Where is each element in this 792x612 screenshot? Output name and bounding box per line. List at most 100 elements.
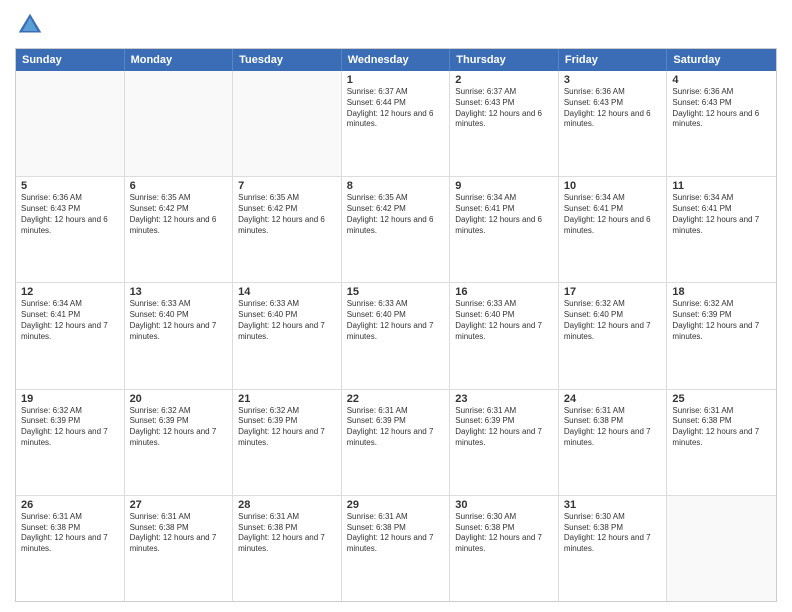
day-number-24: 24 [564,393,662,405]
calendar-cell-10: 10Sunrise: 6:34 AM Sunset: 6:41 PM Dayli… [559,177,668,282]
calendar-cell-9: 9Sunrise: 6:34 AM Sunset: 6:41 PM Daylig… [450,177,559,282]
calendar-cell-26: 26Sunrise: 6:31 AM Sunset: 6:38 PM Dayli… [16,496,125,601]
calendar-cell-21: 21Sunrise: 6:32 AM Sunset: 6:39 PM Dayli… [233,390,342,495]
calendar-cell-27: 27Sunrise: 6:31 AM Sunset: 6:38 PM Dayli… [125,496,234,601]
day-number-29: 29 [347,499,445,511]
day-number-30: 30 [455,499,553,511]
calendar-cell-22: 22Sunrise: 6:31 AM Sunset: 6:39 PM Dayli… [342,390,451,495]
day-number-27: 27 [130,499,228,511]
day-number-20: 20 [130,393,228,405]
calendar-cell-4: 4Sunrise: 6:36 AM Sunset: 6:43 PM Daylig… [667,71,776,176]
calendar-cell-7: 7Sunrise: 6:35 AM Sunset: 6:42 PM Daylig… [233,177,342,282]
calendar-cell-empty-0-2 [233,71,342,176]
cell-info-27: Sunrise: 6:31 AM Sunset: 6:38 PM Dayligh… [130,512,228,555]
logo-icon [15,10,45,40]
day-number-1: 1 [347,74,445,86]
cell-info-25: Sunrise: 6:31 AM Sunset: 6:38 PM Dayligh… [672,406,771,449]
calendar-header: SundayMondayTuesdayWednesdayThursdayFrid… [16,49,776,71]
header-day-saturday: Saturday [667,49,776,71]
day-number-19: 19 [21,393,119,405]
calendar-cell-5: 5Sunrise: 6:36 AM Sunset: 6:43 PM Daylig… [16,177,125,282]
calendar-cell-13: 13Sunrise: 6:33 AM Sunset: 6:40 PM Dayli… [125,283,234,388]
calendar-cell-11: 11Sunrise: 6:34 AM Sunset: 6:41 PM Dayli… [667,177,776,282]
calendar-row-0: 1Sunrise: 6:37 AM Sunset: 6:44 PM Daylig… [16,71,776,177]
cell-info-21: Sunrise: 6:32 AM Sunset: 6:39 PM Dayligh… [238,406,336,449]
day-number-17: 17 [564,286,662,298]
day-number-13: 13 [130,286,228,298]
calendar-cell-18: 18Sunrise: 6:32 AM Sunset: 6:39 PM Dayli… [667,283,776,388]
header-day-tuesday: Tuesday [233,49,342,71]
cell-info-17: Sunrise: 6:32 AM Sunset: 6:40 PM Dayligh… [564,299,662,342]
cell-info-7: Sunrise: 6:35 AM Sunset: 6:42 PM Dayligh… [238,193,336,236]
calendar-cell-28: 28Sunrise: 6:31 AM Sunset: 6:38 PM Dayli… [233,496,342,601]
day-number-26: 26 [21,499,119,511]
calendar-body: 1Sunrise: 6:37 AM Sunset: 6:44 PM Daylig… [16,71,776,601]
calendar-cell-17: 17Sunrise: 6:32 AM Sunset: 6:40 PM Dayli… [559,283,668,388]
cell-info-18: Sunrise: 6:32 AM Sunset: 6:39 PM Dayligh… [672,299,771,342]
day-number-15: 15 [347,286,445,298]
calendar-cell-empty-4-6 [667,496,776,601]
calendar-row-2: 12Sunrise: 6:34 AM Sunset: 6:41 PM Dayli… [16,283,776,389]
cell-info-24: Sunrise: 6:31 AM Sunset: 6:38 PM Dayligh… [564,406,662,449]
cell-info-2: Sunrise: 6:37 AM Sunset: 6:43 PM Dayligh… [455,87,553,130]
cell-info-5: Sunrise: 6:36 AM Sunset: 6:43 PM Dayligh… [21,193,119,236]
page: SundayMondayTuesdayWednesdayThursdayFrid… [0,0,792,612]
cell-info-11: Sunrise: 6:34 AM Sunset: 6:41 PM Dayligh… [672,193,771,236]
cell-info-26: Sunrise: 6:31 AM Sunset: 6:38 PM Dayligh… [21,512,119,555]
day-number-10: 10 [564,180,662,192]
calendar-cell-empty-0-0 [16,71,125,176]
calendar-cell-16: 16Sunrise: 6:33 AM Sunset: 6:40 PM Dayli… [450,283,559,388]
calendar-cell-2: 2Sunrise: 6:37 AM Sunset: 6:43 PM Daylig… [450,71,559,176]
cell-info-8: Sunrise: 6:35 AM Sunset: 6:42 PM Dayligh… [347,193,445,236]
day-number-11: 11 [672,180,771,192]
cell-info-9: Sunrise: 6:34 AM Sunset: 6:41 PM Dayligh… [455,193,553,236]
cell-info-30: Sunrise: 6:30 AM Sunset: 6:38 PM Dayligh… [455,512,553,555]
header-day-sunday: Sunday [16,49,125,71]
calendar-cell-29: 29Sunrise: 6:31 AM Sunset: 6:38 PM Dayli… [342,496,451,601]
calendar-row-1: 5Sunrise: 6:36 AM Sunset: 6:43 PM Daylig… [16,177,776,283]
header [15,10,777,40]
cell-info-6: Sunrise: 6:35 AM Sunset: 6:42 PM Dayligh… [130,193,228,236]
day-number-25: 25 [672,393,771,405]
cell-info-31: Sunrise: 6:30 AM Sunset: 6:38 PM Dayligh… [564,512,662,555]
day-number-21: 21 [238,393,336,405]
cell-info-16: Sunrise: 6:33 AM Sunset: 6:40 PM Dayligh… [455,299,553,342]
day-number-23: 23 [455,393,553,405]
calendar-row-4: 26Sunrise: 6:31 AM Sunset: 6:38 PM Dayli… [16,496,776,601]
calendar-cell-31: 31Sunrise: 6:30 AM Sunset: 6:38 PM Dayli… [559,496,668,601]
calendar-cell-empty-0-1 [125,71,234,176]
cell-info-1: Sunrise: 6:37 AM Sunset: 6:44 PM Dayligh… [347,87,445,130]
calendar-row-3: 19Sunrise: 6:32 AM Sunset: 6:39 PM Dayli… [16,390,776,496]
calendar-cell-15: 15Sunrise: 6:33 AM Sunset: 6:40 PM Dayli… [342,283,451,388]
day-number-16: 16 [455,286,553,298]
calendar-cell-24: 24Sunrise: 6:31 AM Sunset: 6:38 PM Dayli… [559,390,668,495]
calendar-cell-20: 20Sunrise: 6:32 AM Sunset: 6:39 PM Dayli… [125,390,234,495]
calendar-cell-25: 25Sunrise: 6:31 AM Sunset: 6:38 PM Dayli… [667,390,776,495]
calendar-cell-3: 3Sunrise: 6:36 AM Sunset: 6:43 PM Daylig… [559,71,668,176]
cell-info-10: Sunrise: 6:34 AM Sunset: 6:41 PM Dayligh… [564,193,662,236]
cell-info-14: Sunrise: 6:33 AM Sunset: 6:40 PM Dayligh… [238,299,336,342]
day-number-22: 22 [347,393,445,405]
cell-info-12: Sunrise: 6:34 AM Sunset: 6:41 PM Dayligh… [21,299,119,342]
day-number-12: 12 [21,286,119,298]
header-day-thursday: Thursday [450,49,559,71]
day-number-6: 6 [130,180,228,192]
day-number-9: 9 [455,180,553,192]
calendar-cell-1: 1Sunrise: 6:37 AM Sunset: 6:44 PM Daylig… [342,71,451,176]
cell-info-20: Sunrise: 6:32 AM Sunset: 6:39 PM Dayligh… [130,406,228,449]
cell-info-3: Sunrise: 6:36 AM Sunset: 6:43 PM Dayligh… [564,87,662,130]
cell-info-29: Sunrise: 6:31 AM Sunset: 6:38 PM Dayligh… [347,512,445,555]
header-day-friday: Friday [559,49,668,71]
cell-info-22: Sunrise: 6:31 AM Sunset: 6:39 PM Dayligh… [347,406,445,449]
day-number-14: 14 [238,286,336,298]
day-number-4: 4 [672,74,771,86]
day-number-2: 2 [455,74,553,86]
day-number-3: 3 [564,74,662,86]
calendar-cell-8: 8Sunrise: 6:35 AM Sunset: 6:42 PM Daylig… [342,177,451,282]
day-number-7: 7 [238,180,336,192]
calendar-cell-23: 23Sunrise: 6:31 AM Sunset: 6:39 PM Dayli… [450,390,559,495]
header-day-wednesday: Wednesday [342,49,451,71]
cell-info-4: Sunrise: 6:36 AM Sunset: 6:43 PM Dayligh… [672,87,771,130]
day-number-5: 5 [21,180,119,192]
cell-info-19: Sunrise: 6:32 AM Sunset: 6:39 PM Dayligh… [21,406,119,449]
